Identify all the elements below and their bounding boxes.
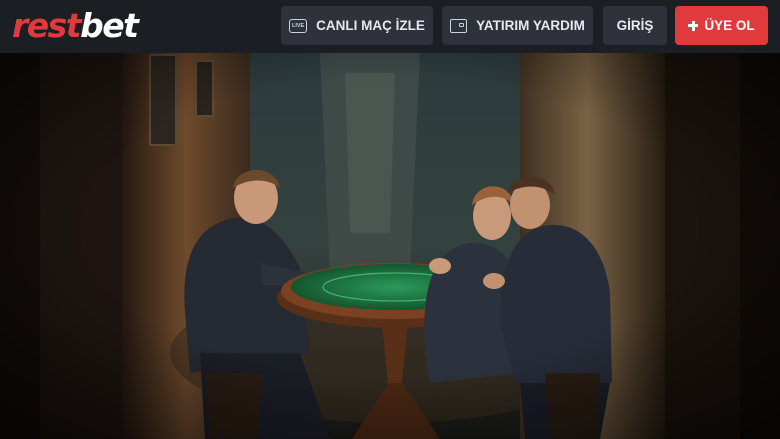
live-match-label: CANLI MAÇ İZLE: [316, 18, 425, 33]
wallet-icon: [450, 18, 468, 33]
register-button[interactable]: ÜYE OL: [675, 6, 768, 45]
login-button[interactable]: GİRİŞ: [603, 6, 667, 45]
logo-text-bet: bet: [80, 6, 139, 45]
live-tv-icon: LIVE: [289, 18, 308, 33]
hero-banner: [0, 53, 780, 439]
plus-icon: [688, 20, 699, 31]
live-match-button[interactable]: LIVE CANLI MAÇ İZLE: [281, 6, 433, 45]
login-label: GİRİŞ: [616, 18, 654, 33]
deposit-help-label: YATIRIM YARDIM: [476, 18, 585, 33]
top-navigation-bar: rest bet LIVE CANLI MAÇ İZLE YATIRIM YAR…: [0, 0, 780, 53]
brand-logo[interactable]: rest bet: [12, 6, 139, 45]
register-label: ÜYE OL: [704, 18, 755, 33]
hero-illustration: [0, 53, 780, 439]
logo-text-rest: rest: [12, 6, 82, 45]
deposit-help-button[interactable]: YATIRIM YARDIM: [442, 6, 593, 45]
